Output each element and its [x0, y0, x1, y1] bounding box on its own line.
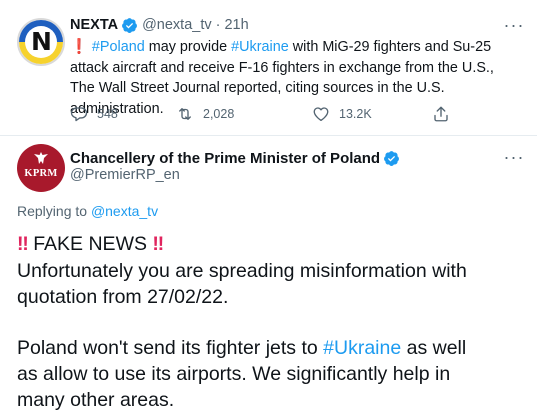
tweet-header: NEXTA @nexta_tv · 21h [70, 14, 249, 36]
hashtag-ukraine[interactable]: #Ukraine [231, 39, 289, 55]
double-exclamation-icon: ‼ [17, 233, 29, 255]
reply-line-4: Poland won't send its fighter jets to #U… [17, 336, 527, 361]
hashtag-ukraine[interactable]: #Ukraine [323, 337, 401, 359]
nexta-avatar[interactable]: N [17, 18, 65, 66]
like-icon [313, 107, 329, 122]
reply-line-6: many other areas. [17, 389, 175, 411]
tweet-text-part1: may provide [144, 39, 232, 55]
retweet-count: 2,028 [203, 107, 235, 121]
original-tweet[interactable]: N NEXTA @nexta_tv · 21h ··· ❗ #Poland ma… [0, 0, 537, 136]
kprm-logo-text: KPRM [24, 168, 58, 179]
alert-icon: ❗ [70, 39, 88, 55]
author-name[interactable]: NEXTA [70, 17, 118, 33]
like-button[interactable]: 13.2K [312, 102, 372, 126]
eagle-icon [34, 152, 48, 164]
reply-line-4-part1: Poland won't send its fighter jets to [17, 337, 324, 359]
reply-line-3: quotation from 27/02/22. [17, 286, 229, 308]
share-icon [434, 106, 448, 122]
verified-badge-icon [384, 150, 400, 166]
reply-author-row: Chancellery of the Prime Minister of Pol… [70, 148, 404, 168]
nexta-logo-circle: N [25, 26, 57, 58]
reply-line-1: ‼ FAKE NEWS ‼ [17, 232, 527, 257]
reply-author-handle[interactable]: @PremierRP_en [70, 167, 180, 183]
tweet-actions: 548 2,028 13.2K [70, 102, 480, 126]
reply-button[interactable]: 548 [70, 102, 118, 126]
kprm-avatar[interactable]: KPRM [17, 144, 65, 192]
like-count: 13.2K [339, 107, 372, 121]
reply-author-name[interactable]: Chancellery of the Prime Minister of Pol… [70, 150, 380, 167]
reply-line-5: as allow to use its airports. We signifi… [17, 363, 451, 385]
author-handle[interactable]: @nexta_tv [142, 17, 212, 33]
replying-to-label: Replying to [17, 203, 88, 219]
replying-to: Replying to @nexta_tv [17, 203, 158, 219]
separator-dot: · [215, 17, 221, 33]
more-icon[interactable]: ··· [503, 148, 525, 168]
double-exclamation-icon: ‼ [152, 233, 164, 255]
nexta-logo-icon: N [31, 27, 52, 56]
reply-line-2: Unfortunately you are spreading misinfor… [17, 260, 467, 282]
share-button[interactable] [432, 102, 450, 126]
verified-badge-icon [122, 17, 138, 33]
retweet-icon [179, 108, 191, 120]
more-icon[interactable]: ··· [503, 16, 525, 36]
tweet-time[interactable]: 21h [224, 17, 248, 33]
retweet-button[interactable]: 2,028 [176, 102, 234, 126]
fake-news-headline: FAKE NEWS [33, 233, 147, 255]
reply-line-4-part2: as well [401, 337, 467, 359]
reply-icon [70, 107, 88, 122]
hashtag-poland[interactable]: #Poland [92, 39, 145, 55]
reply-count: 548 [97, 107, 118, 121]
replying-to-handle[interactable]: @nexta_tv [91, 203, 158, 219]
